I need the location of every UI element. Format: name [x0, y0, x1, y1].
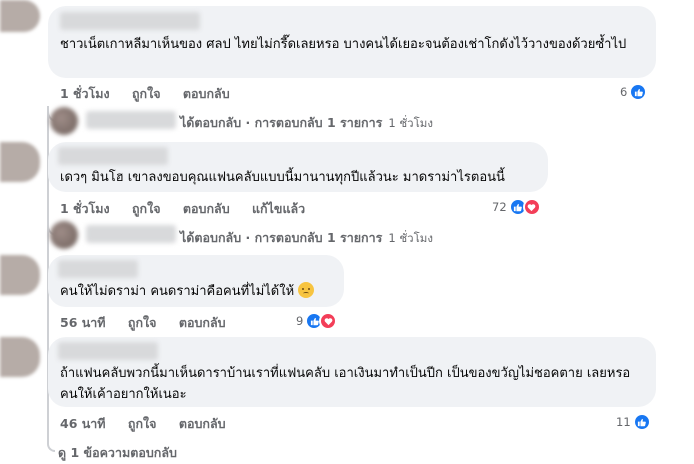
- like-button[interactable]: ถูกใจ: [132, 86, 161, 101]
- avatar[interactable]: [0, 142, 40, 182]
- love-icon: [522, 198, 541, 216]
- commenter-name[interactable]: [60, 12, 200, 30]
- reply-summary-time: 1 ชั่วโมง: [388, 116, 433, 130]
- comment-text: ชาวเน็ตเกาหลีมาเห็นของ ศลป ไทยไม่กรี๊ดเล…: [60, 37, 627, 52]
- commenter-name[interactable]: [58, 147, 168, 165]
- view-more-replies-link[interactable]: ดู 1 ข้อความตอบกลับ: [58, 443, 177, 463]
- like-icon: [632, 413, 651, 431]
- reply-author-name[interactable]: [86, 111, 176, 129]
- reply-button[interactable]: ตอบกลับ: [179, 416, 226, 431]
- reaction-summary[interactable]: 72: [492, 198, 541, 216]
- like-button[interactable]: ถูกใจ: [128, 416, 157, 431]
- reply-author-name[interactable]: [86, 225, 176, 243]
- comment-time[interactable]: 1 ชั่วโมง: [60, 86, 110, 101]
- reaction-summary[interactable]: 6: [620, 83, 648, 101]
- comment-bubble: ถ้าแฟนคลับพวกนี้มาเห็นดาราบ้านเราที่แฟนค…: [48, 337, 656, 407]
- comment-actions: 1 ชั่วโมง ถูกใจ ตอบกลับ แก้ไขแล้ว: [60, 199, 323, 219]
- reply-avatar[interactable]: [50, 221, 78, 249]
- reply-button[interactable]: ตอบกลับ: [183, 201, 230, 216]
- love-icon: [319, 312, 338, 330]
- reply-summary-text: ได้ตอบกลับ · การตอบกลับ 1 รายการ: [180, 230, 383, 245]
- sad-face-emoji: [298, 282, 315, 298]
- reaction-summary[interactable]: 11: [616, 413, 651, 431]
- avatar[interactable]: [0, 337, 40, 377]
- reply-avatar[interactable]: [50, 107, 78, 135]
- edited-label[interactable]: แก้ไขแล้ว: [252, 201, 305, 216]
- reaction-count: 6: [620, 85, 628, 99]
- reply-summary[interactable]: ได้ตอบกลับ · การตอบกลับ 1 รายการ 1 ชั่วโม…: [180, 228, 433, 248]
- comment-actions: 56 นาที ถูกใจ ตอบกลับ: [60, 313, 244, 333]
- comment-text-content: คนให้ไม่ดราม่า คนดราม่าคือคนที่ไม่ได้ให้: [60, 284, 295, 299]
- comment-time[interactable]: 56 นาที: [60, 315, 106, 330]
- reaction-count: 9: [296, 314, 304, 328]
- reply-summary-time: 1 ชั่วโมง: [388, 231, 433, 245]
- avatar[interactable]: [0, 255, 40, 295]
- comment-time[interactable]: 46 นาที: [60, 416, 106, 431]
- comment-text: ถ้าแฟนคลับพวกนี้มาเห็นดาราบ้านเราที่แฟนค…: [60, 366, 631, 402]
- like-button[interactable]: ถูกใจ: [128, 315, 157, 330]
- comment-bubble: เดวๆ มินโฮ เขาลงขอบคุณแฟนคลับแบบนี้มานาน…: [48, 142, 548, 192]
- commenter-name[interactable]: [58, 342, 158, 360]
- commenter-name[interactable]: [58, 260, 138, 278]
- avatar[interactable]: [0, 0, 40, 32]
- comment-actions: 1 ชั่วโมง ถูกใจ ตอบกลับ: [60, 84, 248, 104]
- comment-time[interactable]: 1 ชั่วโมง: [60, 201, 110, 216]
- comment-actions: 46 นาที ถูกใจ ตอบกลับ: [60, 414, 244, 434]
- comment-text: เดวๆ มินโฮ เขาลงขอบคุณแฟนคลับแบบนี้มานาน…: [60, 170, 505, 185]
- reaction-summary[interactable]: 9: [296, 312, 338, 330]
- reaction-count: 72: [492, 200, 507, 214]
- reply-button[interactable]: ตอบกลับ: [183, 86, 230, 101]
- like-icon: [629, 83, 648, 101]
- comment-bubble: คนให้ไม่ดราม่า คนดราม่าคือคนที่ไม่ได้ให้: [48, 255, 344, 307]
- reaction-count: 11: [616, 415, 631, 429]
- reply-button[interactable]: ตอบกลับ: [179, 315, 226, 330]
- comment-bubble: ชาวเน็ตเกาหลีมาเห็นของ ศลป ไทยไม่กรี๊ดเล…: [48, 6, 656, 78]
- reply-summary-text: ได้ตอบกลับ · การตอบกลับ 1 รายการ: [180, 115, 383, 130]
- comment-text: คนให้ไม่ดราม่า คนดราม่าคือคนที่ไม่ได้ให้: [60, 281, 340, 302]
- like-button[interactable]: ถูกใจ: [132, 201, 161, 216]
- reply-summary[interactable]: ได้ตอบกลับ · การตอบกลับ 1 รายการ 1 ชั่วโม…: [180, 113, 433, 133]
- thread-connector: [47, 436, 55, 452]
